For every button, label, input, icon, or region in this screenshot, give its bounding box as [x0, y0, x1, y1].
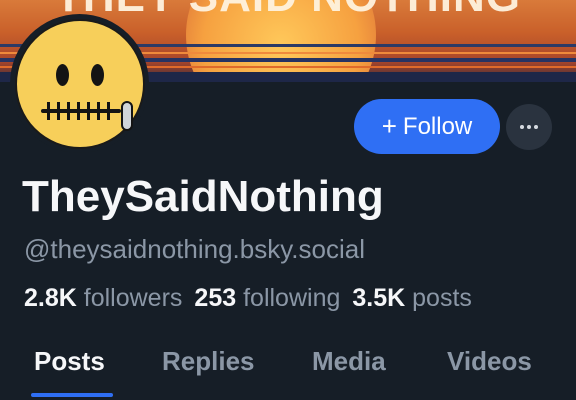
follow-button[interactable]: + Follow: [354, 99, 500, 154]
zipper-tooth: [76, 101, 80, 120]
followers-count: 2.8K: [24, 284, 77, 312]
display-name: TheySaidNothing: [22, 172, 384, 221]
posts-label: posts: [412, 284, 472, 312]
zipper-mouth-face-icon: [14, 18, 145, 149]
tab-replies[interactable]: Replies: [162, 346, 255, 377]
zipper-tooth: [96, 101, 100, 120]
posts-count: 3.5K: [352, 284, 406, 312]
profile-handle: @theysaidnothing.bsky.social: [24, 234, 365, 264]
right-eye: [90, 63, 104, 86]
tab-media[interactable]: Media: [312, 346, 386, 377]
zipper-tooth: [56, 101, 60, 120]
zipper-pull: [120, 100, 133, 131]
followers-stat[interactable]: 2.8K followers: [24, 284, 182, 313]
more-options-button[interactable]: [506, 104, 552, 150]
tab-posts[interactable]: Posts: [34, 346, 105, 377]
avatar[interactable]: [10, 14, 149, 153]
active-tab-indicator: [31, 393, 113, 397]
tab-videos[interactable]: Videos: [447, 346, 532, 377]
dot: [534, 125, 538, 129]
followers-label: followers: [83, 284, 183, 312]
profile-stats: 2.8K followers 253 following 3.5K posts: [24, 284, 472, 313]
zipper-tooth: [46, 101, 50, 120]
posts-stat: 3.5K posts: [352, 284, 472, 313]
following-label: following: [243, 284, 341, 312]
plus-icon: +: [381, 110, 397, 141]
following-count: 253: [194, 284, 237, 312]
profile-tabs: Posts Replies Media Videos: [0, 342, 576, 400]
left-eye: [55, 63, 69, 86]
ellipsis-icon: [520, 125, 538, 129]
zipper-tooth: [86, 101, 90, 120]
zipper-tooth: [106, 101, 110, 120]
zipper-tooth: [66, 101, 70, 120]
follow-button-label: Follow: [402, 112, 473, 140]
dot: [527, 125, 531, 129]
following-stat[interactable]: 253 following: [194, 284, 340, 313]
dot: [520, 125, 524, 129]
